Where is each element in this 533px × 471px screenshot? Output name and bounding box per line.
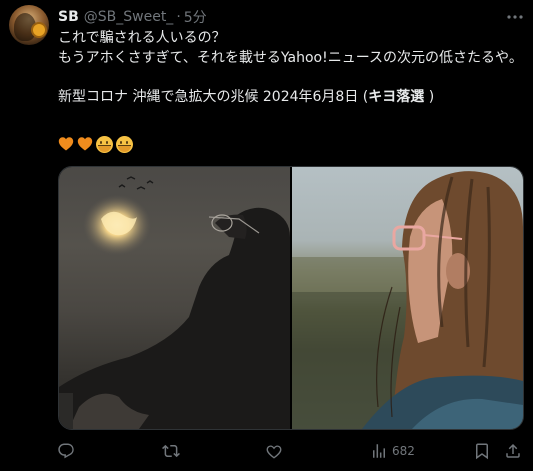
photo-right[interactable]: [292, 167, 523, 429]
share-icon: [506, 443, 520, 458]
emoji-row: [58, 136, 133, 154]
text-line-1: これで騙される人いるの？: [58, 30, 226, 46]
repost-icon: [162, 444, 180, 458]
share-button[interactable]: [504, 440, 522, 462]
text-line-4-end: ): [424, 88, 435, 105]
views-icon: [373, 444, 385, 458]
tweet-header: SB @SB_Sweet_ · 5分: [58, 7, 207, 27]
hugging-face-icon: [116, 136, 133, 153]
media-grid[interactable]: [58, 166, 524, 430]
reply-button[interactable]: [57, 440, 79, 462]
orange-heart-icon: [77, 137, 93, 151]
like-icon: [266, 445, 282, 459]
text-bold-fragment: キヨ落選: [368, 88, 425, 105]
separator-dot: ·: [176, 9, 181, 25]
views-count: 682: [392, 444, 415, 458]
hugging-face-icon: [96, 136, 113, 153]
photo-left[interactable]: [59, 167, 290, 429]
repost-button[interactable]: [162, 440, 184, 462]
action-bar: 682: [52, 440, 532, 462]
bookmark-icon: [476, 443, 488, 460]
text-line-4: 新型コロナ 沖縄で急拡大の兆候 2024年6月8日 (: [58, 88, 369, 105]
bookmark-button[interactable]: [473, 440, 491, 462]
orange-heart-icon: [58, 137, 74, 151]
text-line-2: もうアホくさすぎて、それを載せるYahoo!ニュースの次元の低さたるや。: [58, 49, 523, 66]
photo-right-image: [292, 171, 523, 429]
like-button[interactable]: [265, 440, 287, 462]
tweet-text: これで騙される人いるの？ もうアホくさすぎて、それを載せるYahoo!ニュースの…: [58, 29, 528, 107]
avatar[interactable]: [9, 5, 49, 45]
sunflower-icon: [33, 24, 45, 36]
photo-left-image: [59, 176, 290, 429]
user-handle[interactable]: @SB_Sweet_: [84, 9, 174, 25]
views-button[interactable]: 682: [370, 440, 415, 462]
more-options-button[interactable]: [505, 9, 525, 25]
timestamp[interactable]: 5分: [184, 7, 207, 27]
display-name[interactable]: SB: [58, 9, 79, 25]
tweet[interactable]: SB @SB_Sweet_ · 5分 これで騙される人いるの？ もうアホくさすぎ…: [0, 0, 533, 471]
more-dots-icon: [507, 15, 523, 19]
reply-icon: [58, 443, 74, 459]
